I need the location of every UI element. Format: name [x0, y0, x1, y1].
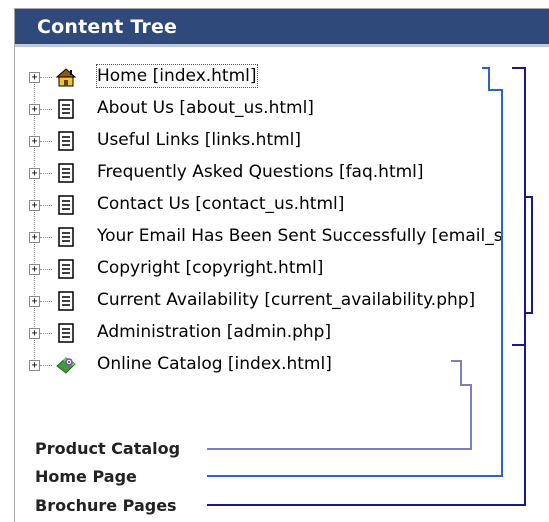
- brochure-pages-bracket-right: [525, 196, 533, 314]
- content-tree-panel: Content Tree + Home [index.html] + About…: [14, 8, 549, 522]
- product-catalog-connector: [207, 381, 472, 450]
- product-catalog-bracket: [451, 360, 462, 381]
- annotation-brochure-pages: Brochure Pages: [35, 496, 177, 515]
- home-page-bracket: [482, 67, 490, 87]
- brochure-pages-bracket: [512, 67, 526, 346]
- brochure-pages-connector: [207, 345, 526, 506]
- home-page-connector: [207, 87, 503, 477]
- annotation-home-page: Home Page: [35, 467, 137, 486]
- annotation-product-catalog: Product Catalog: [35, 439, 181, 458]
